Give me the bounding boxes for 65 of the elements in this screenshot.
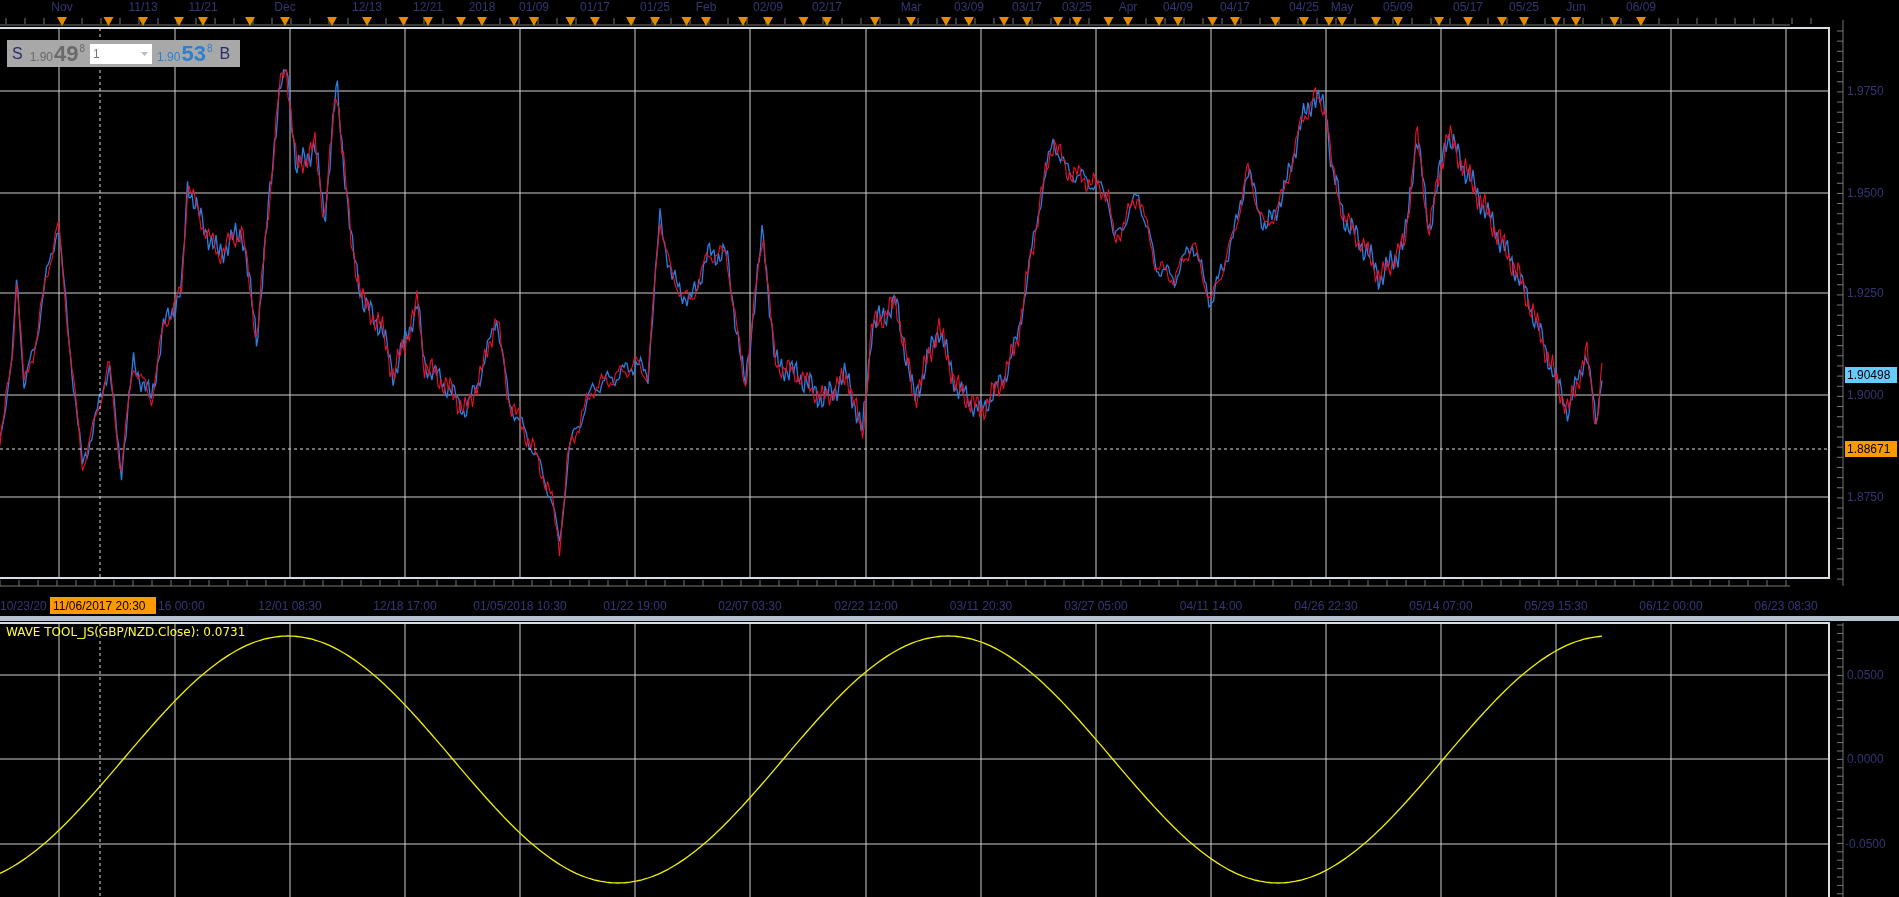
date-label: 01/09	[519, 0, 549, 14]
date-label: 04/25	[1289, 0, 1319, 14]
date-label: 11/13	[128, 0, 158, 14]
price-label: 1.9000	[1847, 388, 1884, 402]
date-label: 05/17	[1453, 0, 1483, 14]
date-label: 01/17	[580, 0, 610, 14]
time-label: 04/11 14:00	[1179, 599, 1243, 613]
date-label: 06/09	[1626, 0, 1656, 14]
time-label: 12/18 17:00	[373, 599, 437, 613]
date-label: 04/17	[1220, 0, 1250, 14]
date-label: 02/17	[812, 0, 842, 14]
buy-price-figure: 1.90	[157, 49, 181, 64]
time-label: 03/11 20:30	[949, 599, 1013, 613]
time-label: 06/12 00:00	[1639, 599, 1703, 613]
sell-price-figure: 1.90	[29, 49, 54, 64]
date-label: 01/25	[640, 0, 670, 14]
time-label: 01/05/2018 10:30	[473, 599, 567, 613]
value-label: 0.0000	[1847, 752, 1884, 766]
time-label: 10/23/20	[0, 599, 47, 613]
buy-price-pips: 53	[181, 42, 206, 65]
quantity-field[interactable]: 1	[90, 43, 153, 64]
date-label: 05/25	[1509, 0, 1539, 14]
time-label: 02/22 12:00	[834, 599, 898, 613]
date-label: 03/09	[954, 0, 984, 14]
date-label: May	[1330, 0, 1354, 14]
crosshair-time-label: 11/06/2017 20:30	[50, 597, 156, 614]
price-label: 1.9500	[1847, 186, 1884, 200]
date-label: 03/25	[1062, 0, 1092, 14]
date-label: 05/09	[1383, 0, 1413, 14]
date-label: 02/09	[753, 0, 783, 14]
indicator-title: WAVE TOOL_JS(GBP/NZD.Close): 0.0731	[6, 625, 246, 639]
date-label: 12/13	[352, 0, 382, 14]
crosshair-price-label: 1.88671	[1845, 441, 1897, 457]
date-label: Mar	[900, 0, 922, 14]
time-label: 16 00:00	[158, 599, 205, 613]
date-label: 2018	[468, 0, 496, 14]
date-label: Jun	[1566, 0, 1586, 14]
time-label: 02/07 03:30	[718, 599, 782, 613]
buy-button[interactable]: B	[217, 44, 233, 63]
price-label: 1.9750	[1847, 84, 1884, 98]
date-label: Nov	[51, 0, 73, 14]
price-label: 1.8750	[1847, 490, 1884, 504]
date-label: Apr	[1118, 0, 1138, 14]
date-label: 03/17	[1012, 0, 1042, 14]
sell-price-pips: 49	[54, 42, 79, 65]
time-label: 12/01 08:30	[258, 599, 322, 613]
time-label: 06/23 08:30	[1754, 599, 1818, 613]
value-label: -0.0500	[1845, 837, 1886, 851]
time-label: 01/22 19:00	[603, 599, 667, 613]
time-label: 05/29 15:30	[1524, 599, 1588, 613]
date-label: 12/21	[413, 0, 443, 14]
caret-icon[interactable]	[141, 51, 149, 56]
sell-button[interactable]: S	[10, 44, 25, 63]
date-label: Dec	[274, 0, 296, 14]
date-label: 04/09	[1163, 0, 1193, 14]
date-label: Feb	[695, 0, 717, 14]
last-price-label: 1.90498	[1845, 367, 1897, 383]
sell-price-fraction: 8	[79, 43, 86, 54]
price-label: 1.9250	[1847, 286, 1884, 300]
time-label: 05/14 07:00	[1409, 599, 1473, 613]
time-label: 04/26 22:30	[1294, 599, 1358, 613]
date-label: 11/21	[188, 0, 218, 14]
value-label: 0.0500	[1847, 668, 1884, 682]
time-label: 03/27 05:00	[1064, 599, 1128, 613]
buy-price-fraction: 8	[206, 43, 213, 54]
